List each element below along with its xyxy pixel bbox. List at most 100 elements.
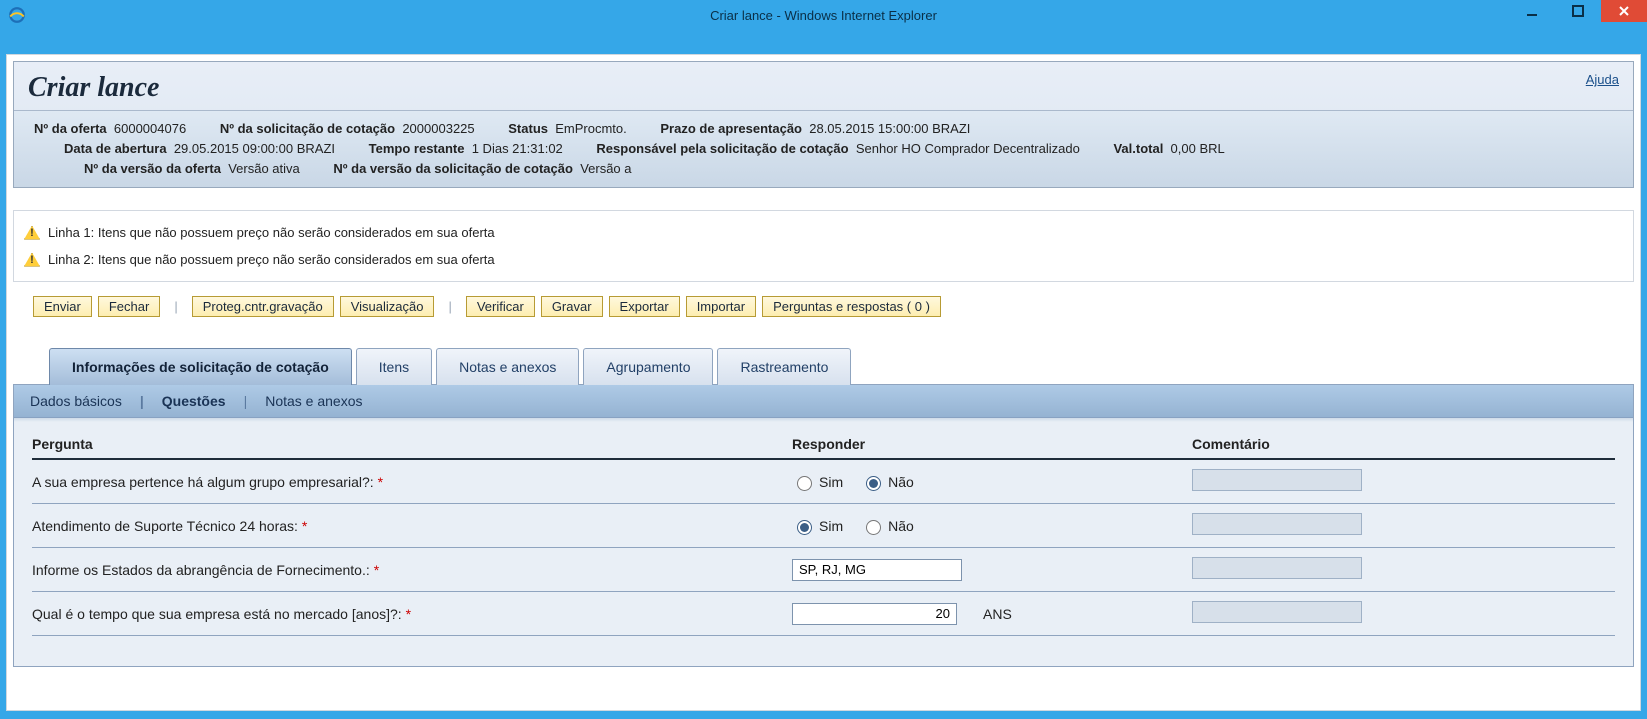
perguntas-button[interactable]: Perguntas e respostas ( 0 ) xyxy=(762,296,941,317)
question-text: A sua empresa pertence há algum grupo em… xyxy=(32,474,792,490)
header-row-2: Data de abertura 29.05.2015 09:00:00 BRA… xyxy=(34,139,1613,159)
radio-sim[interactable]: Sim xyxy=(792,517,843,535)
page-header-panel: Ajuda Criar lance Nº da oferta 600000407… xyxy=(13,61,1634,188)
col-header-pergunta: Pergunta xyxy=(32,436,792,452)
value-prazo: 28.05.2015 15:00:00 BRAZI xyxy=(809,121,970,136)
tab-info-solicitacao[interactable]: Informações de solicitação de cotação xyxy=(49,348,352,385)
label-valtotal: Val.total xyxy=(1113,141,1163,156)
col-header-comentario: Comentário xyxy=(1192,436,1615,452)
label-prazo: Prazo de apresentação xyxy=(660,121,802,136)
question-text: Informe os Estados da abrangência de For… xyxy=(32,562,792,578)
header-row-1: Nº da oferta 6000004076 Nº da solicitaçã… xyxy=(34,119,1613,139)
answer-cell xyxy=(792,559,1192,581)
help-link[interactable]: Ajuda xyxy=(1586,72,1619,87)
question-row: Atendimento de Suporte Técnico 24 horas:… xyxy=(32,504,1615,548)
label-status: Status xyxy=(508,121,548,136)
comment-cell xyxy=(1192,513,1615,538)
enviar-button[interactable]: Enviar xyxy=(33,296,92,317)
comment-cell xyxy=(1192,469,1615,494)
label-abertura: Data de abertura xyxy=(64,141,167,156)
radio-nao-label: Não xyxy=(888,474,914,490)
radio-sim-label: Sim xyxy=(819,474,843,490)
comment-input[interactable] xyxy=(1192,601,1362,623)
label-versao-solic: Nº da versão da solicitação de cotação xyxy=(333,161,573,176)
label-responsavel: Responsável pela solicitação de cotação xyxy=(596,141,848,156)
text-input-estados[interactable] xyxy=(792,559,962,581)
radio-sim[interactable]: Sim xyxy=(792,473,843,491)
main-tabs: Informações de solicitação de cotação It… xyxy=(13,347,1634,384)
window-buttons xyxy=(1509,0,1647,22)
radio-sim-label: Sim xyxy=(819,518,843,534)
warning-line: Linha 2: Itens que não possuem preço não… xyxy=(24,246,1623,273)
tab-rastreamento[interactable]: Rastreamento xyxy=(717,348,851,385)
value-responsavel: Senhor HO Comprador Decentralizado xyxy=(856,141,1080,156)
label-tempo: Tempo restante xyxy=(369,141,465,156)
answer-cell: Sim Não xyxy=(792,473,1192,491)
question-text: Qual é o tempo que sua empresa está no m… xyxy=(32,606,792,622)
value-tempo: 1 Dias 21:31:02 xyxy=(472,141,563,156)
question-row: Informe os Estados da abrangência de For… xyxy=(32,548,1615,592)
verificar-button[interactable]: Verificar xyxy=(466,296,535,317)
visualizacao-button[interactable]: Visualização xyxy=(340,296,435,317)
value-solicitacao: 2000003225 xyxy=(402,121,474,136)
warning-icon xyxy=(24,226,40,240)
warnings-box: Linha 1: Itens que não possuem preço não… xyxy=(13,210,1634,282)
answer-cell: ANS xyxy=(792,603,1192,625)
content-area: Ajuda Criar lance Nº da oferta 600000407… xyxy=(6,54,1641,711)
page-title: Criar lance xyxy=(28,72,1619,104)
question-text: Atendimento de Suporte Técnico 24 horas:… xyxy=(32,518,792,534)
exportar-button[interactable]: Exportar xyxy=(609,296,680,317)
label-solicitacao: Nº da solicitação de cotação xyxy=(220,121,395,136)
comment-cell xyxy=(1192,601,1615,626)
minimize-button[interactable] xyxy=(1509,0,1555,22)
value-valtotal: 0,00 BRL xyxy=(1171,141,1225,156)
titlebar: Criar lance - Windows Internet Explorer xyxy=(0,0,1647,30)
warning-icon xyxy=(24,253,40,267)
radio-nao[interactable]: Não xyxy=(861,473,914,491)
maximize-button[interactable] xyxy=(1555,0,1601,22)
comment-input[interactable] xyxy=(1192,469,1362,491)
importar-button[interactable]: Importar xyxy=(686,296,756,317)
comment-input[interactable] xyxy=(1192,513,1362,535)
window-title: Criar lance - Windows Internet Explorer xyxy=(0,8,1647,23)
tab-agrupamento[interactable]: Agrupamento xyxy=(583,348,713,385)
subtab-questoes[interactable]: Questões xyxy=(140,393,226,409)
questions-header-row: Pergunta Responder Comentário xyxy=(32,436,1615,460)
comment-cell xyxy=(1192,557,1615,582)
question-row: Qual é o tempo que sua empresa está no m… xyxy=(32,592,1615,636)
warning-text: Linha 1: Itens que não possuem preço não… xyxy=(48,225,495,240)
toolbar: Enviar Fechar | Proteg.cntr.gravação Vis… xyxy=(13,296,1634,317)
value-versao-solic: Versão a xyxy=(580,161,631,176)
unit-label: ANS xyxy=(983,606,1012,622)
value-versao-oferta: Versão ativa xyxy=(228,161,300,176)
value-status: EmProcmto. xyxy=(555,121,627,136)
fechar-button[interactable]: Fechar xyxy=(98,296,160,317)
radio-nao[interactable]: Não xyxy=(861,517,914,535)
subtab-notas-anexos[interactable]: Notas e anexos xyxy=(244,393,363,409)
warning-text: Linha 2: Itens que não possuem preço não… xyxy=(48,252,495,267)
comment-input[interactable] xyxy=(1192,557,1362,579)
subtab-dados-basicos[interactable]: Dados básicos xyxy=(30,393,122,409)
main-tabs-wrap: Informações de solicitação de cotação It… xyxy=(13,347,1634,667)
radio-nao-label: Não xyxy=(888,518,914,534)
value-abertura: 29.05.2015 09:00:00 BRAZI xyxy=(174,141,335,156)
value-oferta: 6000004076 xyxy=(114,121,186,136)
header-info: Nº da oferta 6000004076 Nº da solicitaçã… xyxy=(14,110,1633,187)
separator: | xyxy=(448,299,451,314)
gravar-button[interactable]: Gravar xyxy=(541,296,603,317)
col-header-responder: Responder xyxy=(792,436,1192,452)
tab-body: Dados básicos Questões Notas e anexos Pe… xyxy=(13,384,1634,667)
question-row: A sua empresa pertence há algum grupo em… xyxy=(32,460,1615,504)
proteg-button[interactable]: Proteg.cntr.gravação xyxy=(192,296,334,317)
questions-panel: Pergunta Responder Comentário A sua empr… xyxy=(14,422,1633,666)
label-versao-oferta: Nº da versão da oferta xyxy=(84,161,221,176)
tab-itens[interactable]: Itens xyxy=(356,348,432,385)
tab-notas-anexos[interactable]: Notas e anexos xyxy=(436,348,579,385)
number-input-anos[interactable] xyxy=(792,603,957,625)
warning-line: Linha 1: Itens que não possuem preço não… xyxy=(24,219,1623,246)
close-button[interactable] xyxy=(1601,0,1647,22)
separator: | xyxy=(174,299,177,314)
header-row-3: Nº da versão da oferta Versão ativa Nº d… xyxy=(34,159,1613,179)
answer-cell: Sim Não xyxy=(792,517,1192,535)
sub-tabs: Dados básicos Questões Notas e anexos xyxy=(14,385,1633,418)
